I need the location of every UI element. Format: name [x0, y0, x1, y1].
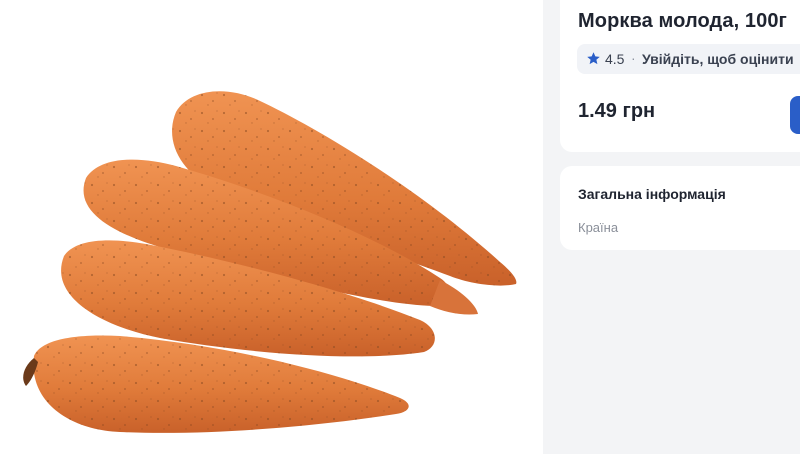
star-icon [587, 52, 600, 65]
product-title: Морква молода, 100г [578, 10, 787, 32]
general-info-card [560, 166, 800, 250]
product-image-gallery [0, 0, 543, 454]
product-price: 1.49 грн [578, 100, 656, 122]
login-to-rate-link[interactable]: Увійдіть, щоб оцінити [642, 51, 794, 67]
product-image [23, 91, 517, 433]
rating-separator: · [631, 50, 636, 66]
add-to-cart-button[interactable] [790, 96, 800, 134]
general-info-heading: Загальна інформація [578, 186, 726, 202]
country-label: Країна [578, 220, 619, 235]
rating-value: 4.5 [605, 51, 625, 67]
